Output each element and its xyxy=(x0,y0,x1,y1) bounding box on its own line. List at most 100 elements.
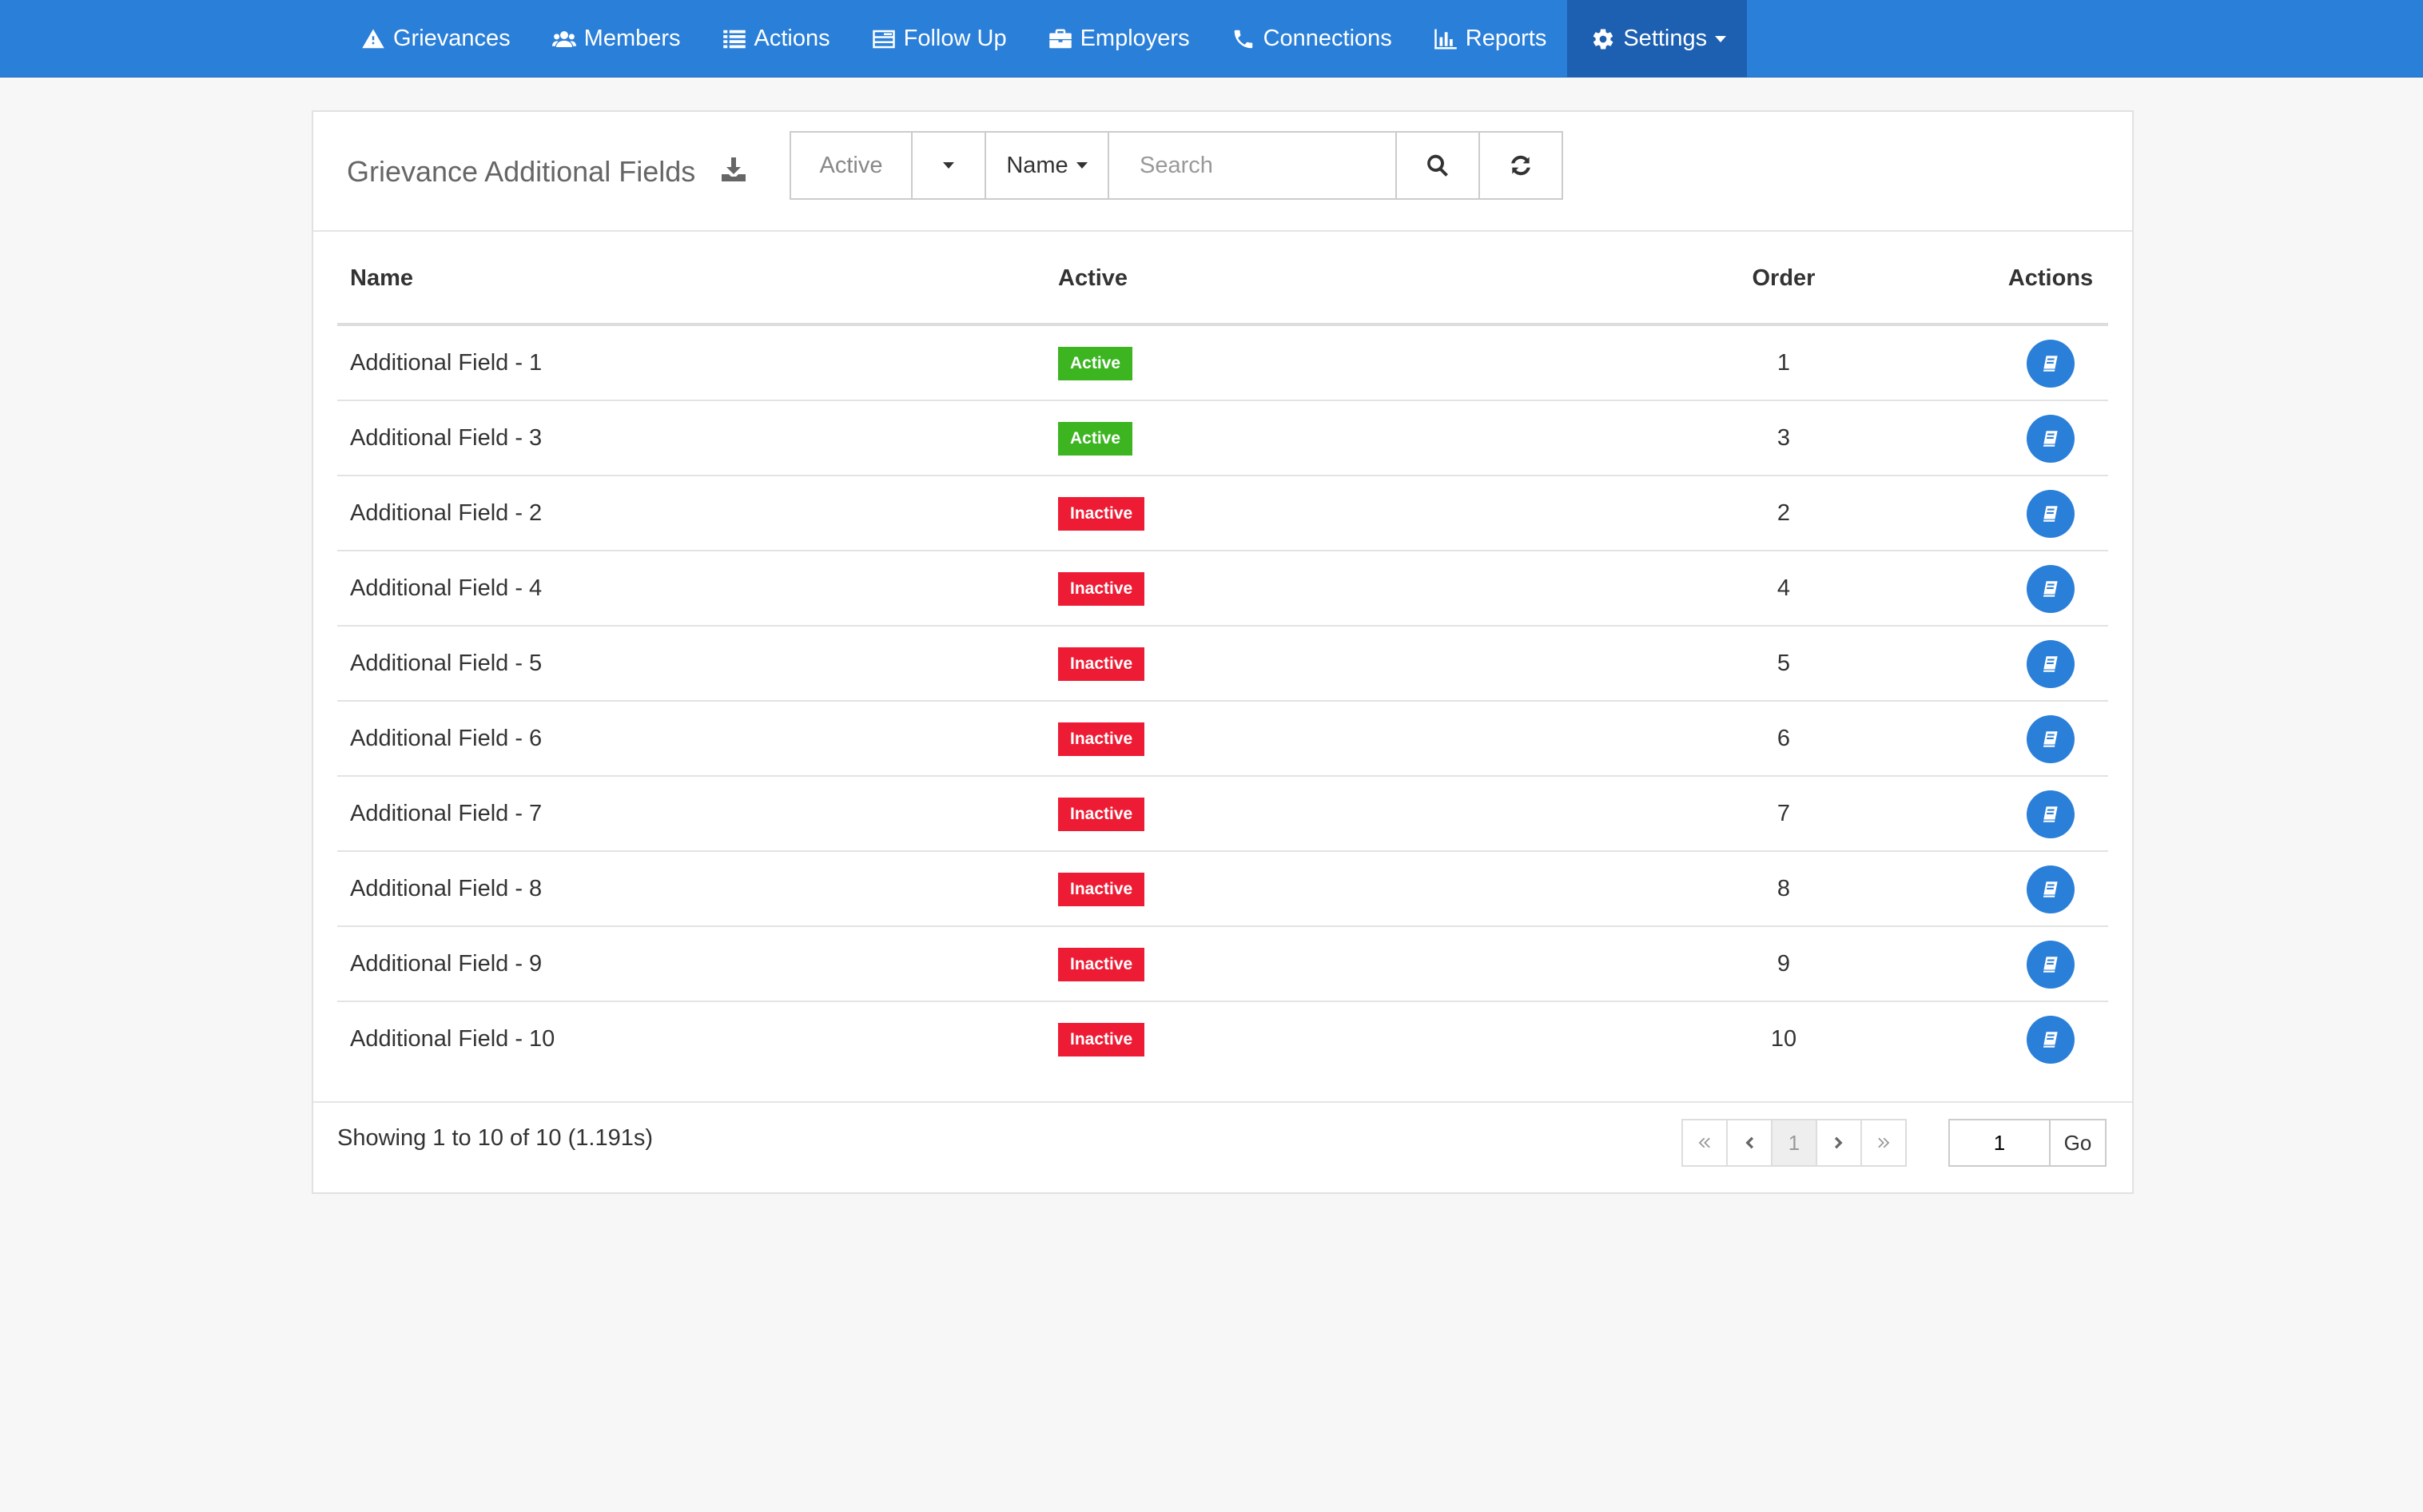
bar-chart-icon xyxy=(1434,29,1457,49)
page-number-button[interactable]: 1 xyxy=(1771,1119,1817,1167)
edit-row-button[interactable] xyxy=(2027,565,2075,613)
book-icon xyxy=(2043,957,2058,973)
prev-page-button[interactable] xyxy=(1726,1119,1772,1167)
edit-row-button[interactable] xyxy=(2027,490,2075,538)
order-cell: 5 xyxy=(1776,651,1791,676)
fields-table: Name Active Order Actions Additional Fie… xyxy=(337,232,2108,1077)
table-header: Name Active Order Actions xyxy=(337,232,2108,326)
table-row: Additional Field - 3 Active 3 xyxy=(337,401,2108,476)
panel-header: Grievance Additional Fields Active Name xyxy=(313,112,2132,232)
edit-row-button[interactable] xyxy=(2027,640,2075,688)
go-button[interactable]: Go xyxy=(2049,1119,2107,1167)
table-row: Additional Field - 5 Inactive 5 xyxy=(337,627,2108,702)
users-icon xyxy=(551,30,576,47)
first-page-button[interactable] xyxy=(1681,1119,1728,1167)
download-icon xyxy=(722,157,746,181)
table-row: Additional Field - 6 Inactive 6 xyxy=(337,702,2108,777)
nav-item-label: Connections xyxy=(1263,26,1392,51)
search-button[interactable] xyxy=(1395,131,1480,200)
results-summary: Showing 1 to 10 of 10 (1.191s) xyxy=(337,1125,653,1151)
column-header-active[interactable]: Active xyxy=(1058,265,1128,292)
status-badge: Active xyxy=(1058,347,1133,380)
table-row: Additional Field - 9 Inactive 9 xyxy=(337,927,2108,1002)
book-icon xyxy=(2043,656,2058,672)
nav-list: Grievances Members Actions Follow Up Emp… xyxy=(340,0,1748,78)
next-page-button[interactable] xyxy=(1816,1119,1862,1167)
order-cell: 9 xyxy=(1776,951,1791,977)
edit-row-button[interactable] xyxy=(2027,1016,2075,1064)
download-button[interactable] xyxy=(719,155,748,184)
chevron-down-icon xyxy=(1076,162,1088,169)
column-header-name[interactable]: Name xyxy=(350,265,413,292)
book-icon xyxy=(2043,806,2058,822)
nav-item-members[interactable]: Members xyxy=(531,0,702,78)
edit-row-button[interactable] xyxy=(2027,941,2075,989)
book-icon xyxy=(2043,731,2058,747)
field-name-cell: Additional Field - 9 xyxy=(350,951,543,977)
filter-toolbar: Active Name xyxy=(790,131,1563,200)
goto-page-group: Go xyxy=(1948,1119,2107,1167)
nav-item-label: Follow Up xyxy=(903,26,1007,51)
order-cell: 3 xyxy=(1776,425,1791,451)
last-page-button[interactable] xyxy=(1860,1119,1907,1167)
table-row: Additional Field - 4 Inactive 4 xyxy=(337,551,2108,627)
refresh-button[interactable] xyxy=(1478,131,1563,200)
status-badge: Inactive xyxy=(1058,873,1145,906)
status-badge: Inactive xyxy=(1058,572,1145,606)
phone-icon xyxy=(1234,30,1252,48)
search-icon xyxy=(1427,154,1448,177)
field-name-cell: Additional Field - 5 xyxy=(350,651,543,676)
table-row: Additional Field - 8 Inactive 8 xyxy=(337,852,2108,927)
column-header-actions: Actions xyxy=(2007,265,2094,291)
nav-item-settings[interactable]: Settings xyxy=(1567,0,1748,78)
refresh-icon xyxy=(1511,155,1530,176)
nav-item-label: Settings xyxy=(1623,26,1708,51)
edit-row-button[interactable] xyxy=(2027,415,2075,463)
nav-item-label: Reports xyxy=(1465,26,1547,51)
nav-item-employers[interactable]: Employers xyxy=(1028,0,1211,78)
field-name-cell: Additional Field - 8 xyxy=(350,876,543,901)
search-input[interactable] xyxy=(1108,131,1397,200)
nav-item-grievances[interactable]: Grievances xyxy=(340,0,531,78)
chevron-left-icon xyxy=(1745,1136,1754,1149)
pagination: 1 xyxy=(1681,1119,1907,1167)
chevron-right-icon xyxy=(1834,1136,1843,1149)
chevron-down-icon xyxy=(943,162,954,169)
goto-page-input[interactable] xyxy=(1948,1119,2051,1167)
order-cell: 8 xyxy=(1776,876,1791,901)
nav-item-follow-up[interactable]: Follow Up xyxy=(851,0,1028,78)
nav-item-reports[interactable]: Reports xyxy=(1413,0,1568,78)
book-icon xyxy=(2043,581,2058,597)
column-header-order[interactable]: Order xyxy=(1680,265,1888,292)
edit-row-button[interactable] xyxy=(2027,340,2075,388)
status-filter-dropdown[interactable] xyxy=(911,131,986,200)
double-chevron-right-icon xyxy=(1878,1137,1890,1148)
status-badge: Inactive xyxy=(1058,1023,1145,1056)
double-chevron-left-icon xyxy=(1698,1137,1710,1148)
nav-item-connections[interactable]: Connections xyxy=(1211,0,1413,78)
edit-row-button[interactable] xyxy=(2027,865,2075,913)
search-field-label: Name xyxy=(1006,152,1068,178)
nav-item-actions[interactable]: Actions xyxy=(702,0,851,78)
edit-row-button[interactable] xyxy=(2027,715,2075,763)
nav-item-label: Actions xyxy=(754,26,830,51)
gear-icon xyxy=(1593,29,1613,49)
nav-item-label: Grievances xyxy=(393,26,511,51)
status-badge: Inactive xyxy=(1058,647,1145,681)
status-filter-value[interactable]: Active xyxy=(790,131,913,200)
search-field-dropdown[interactable]: Name xyxy=(985,131,1109,200)
order-cell: 7 xyxy=(1776,801,1791,826)
book-icon xyxy=(2043,356,2058,372)
top-navbar: Grievances Members Actions Follow Up Emp… xyxy=(0,0,2423,78)
status-badge: Active xyxy=(1058,422,1133,456)
edit-row-button[interactable] xyxy=(2027,790,2075,838)
field-name-cell: Additional Field - 4 xyxy=(350,575,543,601)
field-name-cell: Additional Field - 3 xyxy=(350,425,543,451)
table-row: Additional Field - 1 Active 1 xyxy=(337,326,2108,401)
book-icon xyxy=(2043,881,2058,897)
status-badge: Inactive xyxy=(1058,722,1145,756)
list-icon xyxy=(722,30,746,48)
nav-item-label: Employers xyxy=(1080,26,1190,51)
status-badge: Inactive xyxy=(1058,948,1145,981)
panel-footer: Showing 1 to 10 of 10 (1.191s) 1 Go xyxy=(313,1101,2132,1194)
